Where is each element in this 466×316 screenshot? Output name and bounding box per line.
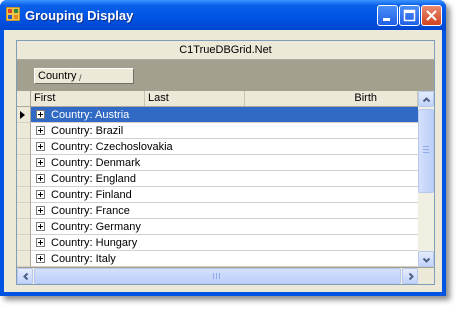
scrollbar-corner	[418, 268, 434, 284]
group-row[interactable]: Country: Czechoslovakia	[17, 139, 418, 155]
column-header-last[interactable]: Last	[145, 91, 245, 106]
record-selector[interactable]	[17, 139, 31, 155]
group-row[interactable]: Country: Germany	[17, 219, 418, 235]
title-bar[interactable]: Grouping Display	[0, 0, 446, 30]
record-selector[interactable]	[17, 203, 31, 219]
plus-expander-icon[interactable]	[36, 158, 45, 167]
group-column-label: Country	[38, 70, 77, 82]
plus-expander-icon[interactable]	[36, 174, 45, 183]
minimize-icon	[383, 18, 390, 21]
group-row-label: Country: Germany	[51, 221, 141, 233]
group-row-label: Country: Austria	[51, 109, 130, 121]
record-selector[interactable]	[17, 123, 31, 139]
plus-expander-icon[interactable]	[36, 126, 45, 135]
group-row-label: Country: Denmark	[51, 157, 141, 169]
record-selector[interactable]	[17, 235, 31, 251]
vertical-scrollbar[interactable]	[418, 91, 434, 267]
window-title: Grouping Display	[25, 8, 134, 23]
record-selector-header	[17, 91, 31, 106]
record-selector[interactable]	[17, 219, 31, 235]
group-row[interactable]: Country: England	[17, 171, 418, 187]
app-window: Grouping Display C1TrueDBGrid.Net Countr…	[0, 0, 446, 296]
plus-expander-icon[interactable]	[36, 206, 45, 215]
record-selector[interactable]	[17, 187, 31, 203]
column-header-row: First Last Birth	[17, 91, 418, 107]
maximize-icon	[403, 9, 416, 22]
group-row-label: Country: France	[51, 205, 130, 217]
minimize-button[interactable]	[377, 5, 398, 26]
chevron-down-icon	[422, 257, 431, 263]
group-row[interactable]: Country: Denmark	[17, 155, 418, 171]
group-row[interactable]: Country: Italy	[17, 251, 418, 267]
chevron-up-icon	[422, 97, 431, 103]
plus-expander-icon[interactable]	[36, 110, 45, 119]
group-row-label: Country: Hungary	[51, 237, 138, 249]
scroll-left-button[interactable]	[17, 268, 33, 284]
plus-expander-icon[interactable]	[36, 238, 45, 247]
group-row-label: Country: England	[51, 173, 136, 185]
close-button[interactable]	[421, 5, 442, 26]
app-window-icon[interactable]	[5, 6, 21, 22]
group-row[interactable]: Country: Finland	[17, 187, 418, 203]
record-selector[interactable]	[17, 171, 31, 187]
plus-expander-icon[interactable]	[36, 222, 45, 231]
group-column-chip[interactable]: Country /	[34, 68, 134, 84]
plus-expander-icon[interactable]	[36, 254, 45, 263]
group-row[interactable]: Country: Austria	[17, 107, 418, 123]
chevron-left-icon	[23, 272, 29, 281]
record-selector[interactable]	[17, 155, 31, 171]
true-db-grid[interactable]: C1TrueDBGrid.Net Country / First Last Bi…	[16, 40, 435, 285]
grid-rows: Country: Austria Country: Brazil Country…	[17, 107, 418, 267]
plus-expander-icon[interactable]	[36, 142, 45, 151]
close-icon	[426, 10, 437, 21]
vertical-scroll-thumb[interactable]	[418, 109, 434, 193]
group-row-label: Country: Czechoslovakia	[51, 141, 173, 153]
scroll-right-button[interactable]	[402, 268, 418, 284]
scroll-down-button[interactable]	[418, 251, 434, 267]
chevron-right-icon	[408, 272, 414, 281]
group-row-label: Country: Brazil	[51, 125, 124, 137]
group-row-label: Country: Italy	[51, 253, 116, 265]
record-selector[interactable]	[17, 251, 31, 267]
record-selector[interactable]	[17, 107, 31, 123]
grouping-area[interactable]: Country /	[17, 60, 434, 91]
grid-caption: C1TrueDBGrid.Net	[17, 41, 434, 60]
group-row[interactable]: Country: Hungary	[17, 235, 418, 251]
column-header-birth[interactable]: Birth	[245, 91, 418, 106]
sort-ascending-icon: /	[79, 73, 82, 83]
group-row-label: Country: Finland	[51, 189, 132, 201]
window-client-area: C1TrueDBGrid.Net Country / First Last Bi…	[4, 30, 442, 292]
column-header-first[interactable]: First	[31, 91, 145, 106]
group-row[interactable]: Country: France	[17, 203, 418, 219]
row-pointer-icon	[20, 111, 25, 119]
horizontal-scrollbar[interactable]	[17, 268, 418, 284]
scroll-up-button[interactable]	[418, 91, 434, 107]
plus-expander-icon[interactable]	[36, 190, 45, 199]
maximize-button[interactable]	[399, 5, 420, 26]
group-row[interactable]: Country: Brazil	[17, 123, 418, 139]
horizontal-scroll-thumb[interactable]	[34, 268, 401, 284]
